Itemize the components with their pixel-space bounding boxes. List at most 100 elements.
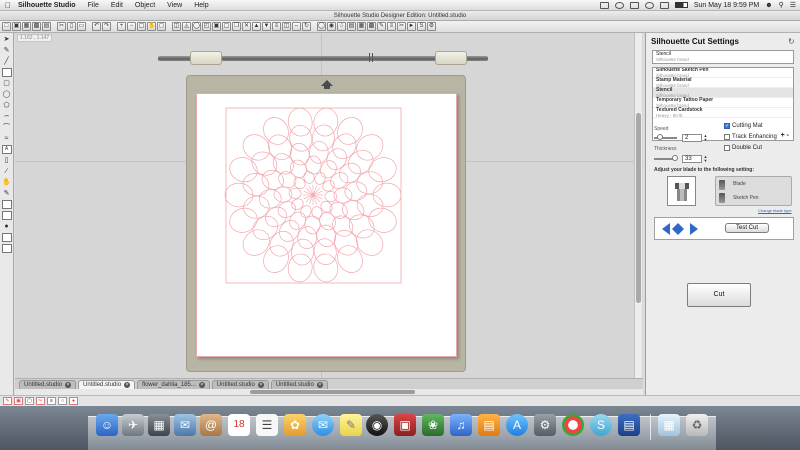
close-tab-icon[interactable]: × (198, 382, 205, 388)
add-remove-material-buttons[interactable]: + - (781, 132, 789, 139)
document-tab-active[interactable]: Untitled.studio × (78, 380, 136, 389)
send-to-silhouette-icon[interactable]: ► (407, 22, 416, 31)
text-tool-icon[interactable]: A (1, 145, 12, 154)
fill-color-icon[interactable]: ▩ (367, 22, 376, 31)
store-panel-icon[interactable]: ● (2, 222, 12, 231)
ungroup-icon[interactable]: ◬ (182, 22, 191, 31)
page-setup-icon[interactable]: ▤ (347, 22, 356, 31)
test-cut-button[interactable]: Test Cut (725, 223, 769, 233)
silhouette-app-icon[interactable]: ▤ (618, 414, 640, 436)
trace-icon[interactable]: ☃ (337, 22, 346, 31)
weld-icon[interactable]: ◯ (317, 22, 326, 31)
speed-slider-knob[interactable] (657, 134, 663, 140)
close-tab-icon[interactable]: × (124, 382, 131, 388)
apple-menu-icon[interactable]:  (0, 1, 16, 10)
reminders-icon[interactable]: ☰ (256, 414, 278, 436)
dahlia-flower-design[interactable] (197, 94, 458, 358)
file-menu[interactable]: File (82, 2, 105, 9)
document-tab[interactable]: Untitled.studio × (211, 380, 269, 389)
line-mode-icon[interactable]: ≡ (47, 397, 56, 405)
photos-icon[interactable]: ✿ (284, 414, 306, 436)
stickies-icon[interactable]: ✎ (340, 414, 362, 436)
rectangle-tool-icon[interactable] (1, 68, 12, 77)
pan-tool-icon[interactable]: ✋ (2, 178, 12, 187)
grid-icon[interactable]: ▦ (357, 22, 366, 31)
bring-to-front-icon[interactable]: ▲ (252, 22, 261, 31)
chrome-icon[interactable] (562, 414, 584, 436)
send-to-back-icon[interactable]: ▼ (262, 22, 271, 31)
messages-icon[interactable]: ✉ (312, 414, 334, 436)
copy-icon[interactable]: ▯ (67, 22, 76, 31)
silhouette-studio-icon[interactable]: S (590, 414, 612, 436)
double-cut-option[interactable]: Double Cut (724, 145, 762, 151)
track-enhancing-checkbox[interactable] (724, 134, 730, 140)
close-tab-icon[interactable]: × (257, 382, 264, 388)
ibooks-icon[interactable]: ▤ (478, 414, 500, 436)
view-menu[interactable]: View (161, 2, 188, 9)
current-material[interactable]: Stencil Silhouette brand (652, 50, 794, 64)
zoom-out-icon[interactable]: − (127, 22, 136, 31)
design-canvas[interactable]: 1.162 , 1.147 (15, 33, 643, 395)
facetime-icon[interactable]: ◉ (366, 414, 388, 436)
system-preferences-icon[interactable]: ⚙ (534, 414, 556, 436)
polygon-tool-icon[interactable]: ⬠ (2, 101, 12, 110)
change-blade-link[interactable]: Change blade type (758, 208, 792, 213)
select-mode-icon[interactable]: ▢ (25, 397, 34, 405)
time-machine-icon[interactable] (614, 1, 624, 9)
line-style-icon[interactable]: ≡ (387, 22, 396, 31)
save-icon[interactable]: ▩ (32, 22, 41, 31)
select-tool-icon[interactable]: ➤ (2, 35, 12, 44)
eraser-tool-icon[interactable]: ▯ (2, 156, 12, 165)
dahlia-petals[interactable] (224, 106, 402, 284)
material-item[interactable]: Textured Cardstock Heavy - 80 lb (653, 108, 793, 118)
delete-icon[interactable]: ✕ (242, 22, 251, 31)
document-tab[interactable]: flower_dahlia_185... × (137, 380, 210, 389)
make-compound-icon[interactable]: ◯ (192, 22, 201, 31)
menu-clock[interactable]: Sun May 18 9:59 PM (694, 2, 759, 9)
close-tab-icon[interactable]: × (65, 382, 72, 388)
ellipse-tool-icon[interactable]: ◯ (2, 90, 12, 99)
shape-mode-icon[interactable]: ○ (58, 397, 67, 405)
offset-icon[interactable]: ◉ (327, 22, 336, 31)
spotlight-icon[interactable]: ⚲ (779, 1, 784, 9)
iphoto-icon[interactable]: ❀ (422, 414, 444, 436)
app-menu[interactable]: Silhouette Studio (16, 2, 82, 9)
thickness-slider-knob[interactable] (672, 155, 678, 161)
align-icon[interactable]: ≡ (272, 22, 281, 31)
speed-stepper-icon[interactable]: ▲ ▼ (703, 134, 708, 143)
arc-tool-icon[interactable]: ⌒ (2, 123, 12, 132)
select-all-icon[interactable]: ▣ (212, 22, 221, 31)
duplicate-icon[interactable]: ❐ (232, 22, 241, 31)
library-panel-icon[interactable] (1, 200, 12, 209)
media-page[interactable] (196, 93, 457, 357)
settings-icon[interactable]: ⚙ (427, 22, 436, 31)
zoom-in-icon[interactable]: + (117, 22, 126, 31)
battery-icon[interactable] (674, 2, 688, 8)
documents-stack-icon[interactable]: ▦ (658, 414, 680, 436)
group-icon[interactable]: ◫ (172, 22, 181, 31)
position-arrows-icon[interactable] (661, 222, 699, 236)
redo-icon[interactable]: ↷ (102, 22, 111, 31)
cutting-mat-option[interactable]: ✓ Cutting Mat (724, 123, 763, 129)
material-list[interactable]: Silhouette Sketch Pen Silhouette brand S… (652, 67, 794, 141)
print-icon[interactable]: ▤ (42, 22, 51, 31)
itunes-icon[interactable]: ♫ (450, 414, 472, 436)
mission-control-icon[interactable]: ▦ (148, 414, 170, 436)
release-compound-icon[interactable]: ◰ (202, 22, 211, 31)
panel-close-icon[interactable]: ↻ (788, 37, 795, 46)
mail-icon[interactable]: ✉ (174, 414, 196, 436)
volume-icon[interactable] (659, 1, 669, 9)
launchpad-icon[interactable]: ✈ (122, 414, 144, 436)
edit-menu[interactable]: Edit (105, 2, 129, 9)
object-menu[interactable]: Object (129, 2, 161, 9)
wifi-icon[interactable] (644, 1, 654, 9)
draw-mode-icon[interactable]: ✎ (3, 397, 12, 405)
bluetooth-icon[interactable] (629, 1, 639, 9)
photo-booth-icon[interactable]: ▣ (394, 414, 416, 436)
contacts-icon[interactable]: @ (200, 414, 222, 436)
layers-panel-icon[interactable] (1, 211, 12, 220)
notification-center-icon[interactable]: ☰ (790, 1, 796, 9)
material-item[interactable]: Stamp Material Silhouette brand (653, 78, 793, 88)
cut-clipboard-icon[interactable]: ✂ (57, 22, 66, 31)
drag-zoom-icon[interactable]: ✋ (147, 22, 156, 31)
